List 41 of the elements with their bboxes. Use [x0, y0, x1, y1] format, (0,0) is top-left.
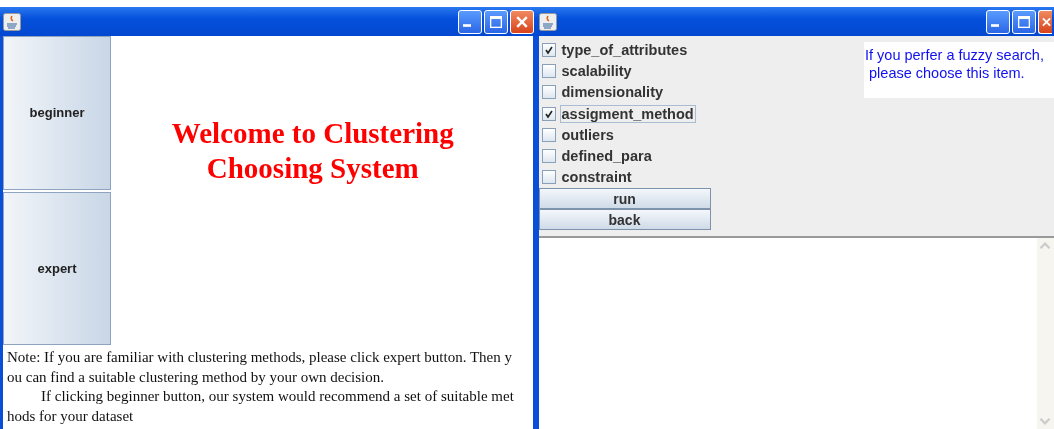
maximize-icon [1018, 15, 1030, 28]
minimize-button[interactable] [457, 9, 482, 34]
coffee-cup-icon [3, 12, 21, 31]
note-text: ou can find a suitable clustering method by your own decision. [7, 367, 385, 387]
checkbox[interactable] [541, 106, 556, 121]
checkbox-label[interactable]: outliers [559, 125, 616, 144]
welcome-heading: Choosing System [206, 151, 419, 186]
action-button[interactable]: back [538, 209, 711, 231]
checkbox-label[interactable]: defined_para [559, 147, 654, 166]
checkbox[interactable] [541, 63, 556, 78]
checkbox-label[interactable]: constraint [559, 168, 634, 187]
mode-button[interactable]: beginner [3, 36, 111, 190]
maximize-icon [489, 15, 502, 28]
checkbox[interactable] [541, 149, 556, 164]
checkbox-label[interactable]: scalability [559, 61, 634, 80]
hint-text: please choose this item. [868, 64, 1026, 82]
close-button[interactable] [509, 9, 534, 34]
hint-text: If you perfer a fuzzy search, [865, 46, 1045, 64]
checkbox-label[interactable]: type_of_attributes [559, 40, 690, 59]
mode-button[interactable]: expert [3, 191, 111, 345]
minimize-icon [991, 24, 999, 27]
checkbox[interactable] [541, 42, 556, 57]
checkbox-label[interactable]: assigment_method [559, 104, 696, 123]
close-icon [515, 15, 528, 28]
maximize-button[interactable] [1012, 9, 1036, 34]
coffee-cup-icon [538, 12, 557, 31]
checkbox[interactable] [541, 127, 556, 142]
action-button[interactable]: run [538, 188, 711, 210]
maximize-button[interactable] [483, 9, 508, 34]
minimize-button[interactable] [986, 9, 1010, 34]
checkbox[interactable] [541, 170, 556, 185]
close-button[interactable] [1038, 9, 1052, 34]
checkbox-label[interactable]: dimensionality [559, 83, 666, 102]
checkbox[interactable] [541, 85, 556, 100]
note-text: If clicking beginner button, our system would recommend a set of suitable met [40, 387, 515, 406]
scrollbar[interactable] [1037, 238, 1054, 429]
note-text: Note: If you are familiar with clustering methods, please click expert button. Then y [7, 348, 513, 367]
note-text: hods for your dataset [7, 406, 135, 426]
welcome-heading: Welcome to Clustering [171, 116, 454, 151]
close-icon [1042, 15, 1051, 28]
minimize-icon [462, 24, 471, 27]
